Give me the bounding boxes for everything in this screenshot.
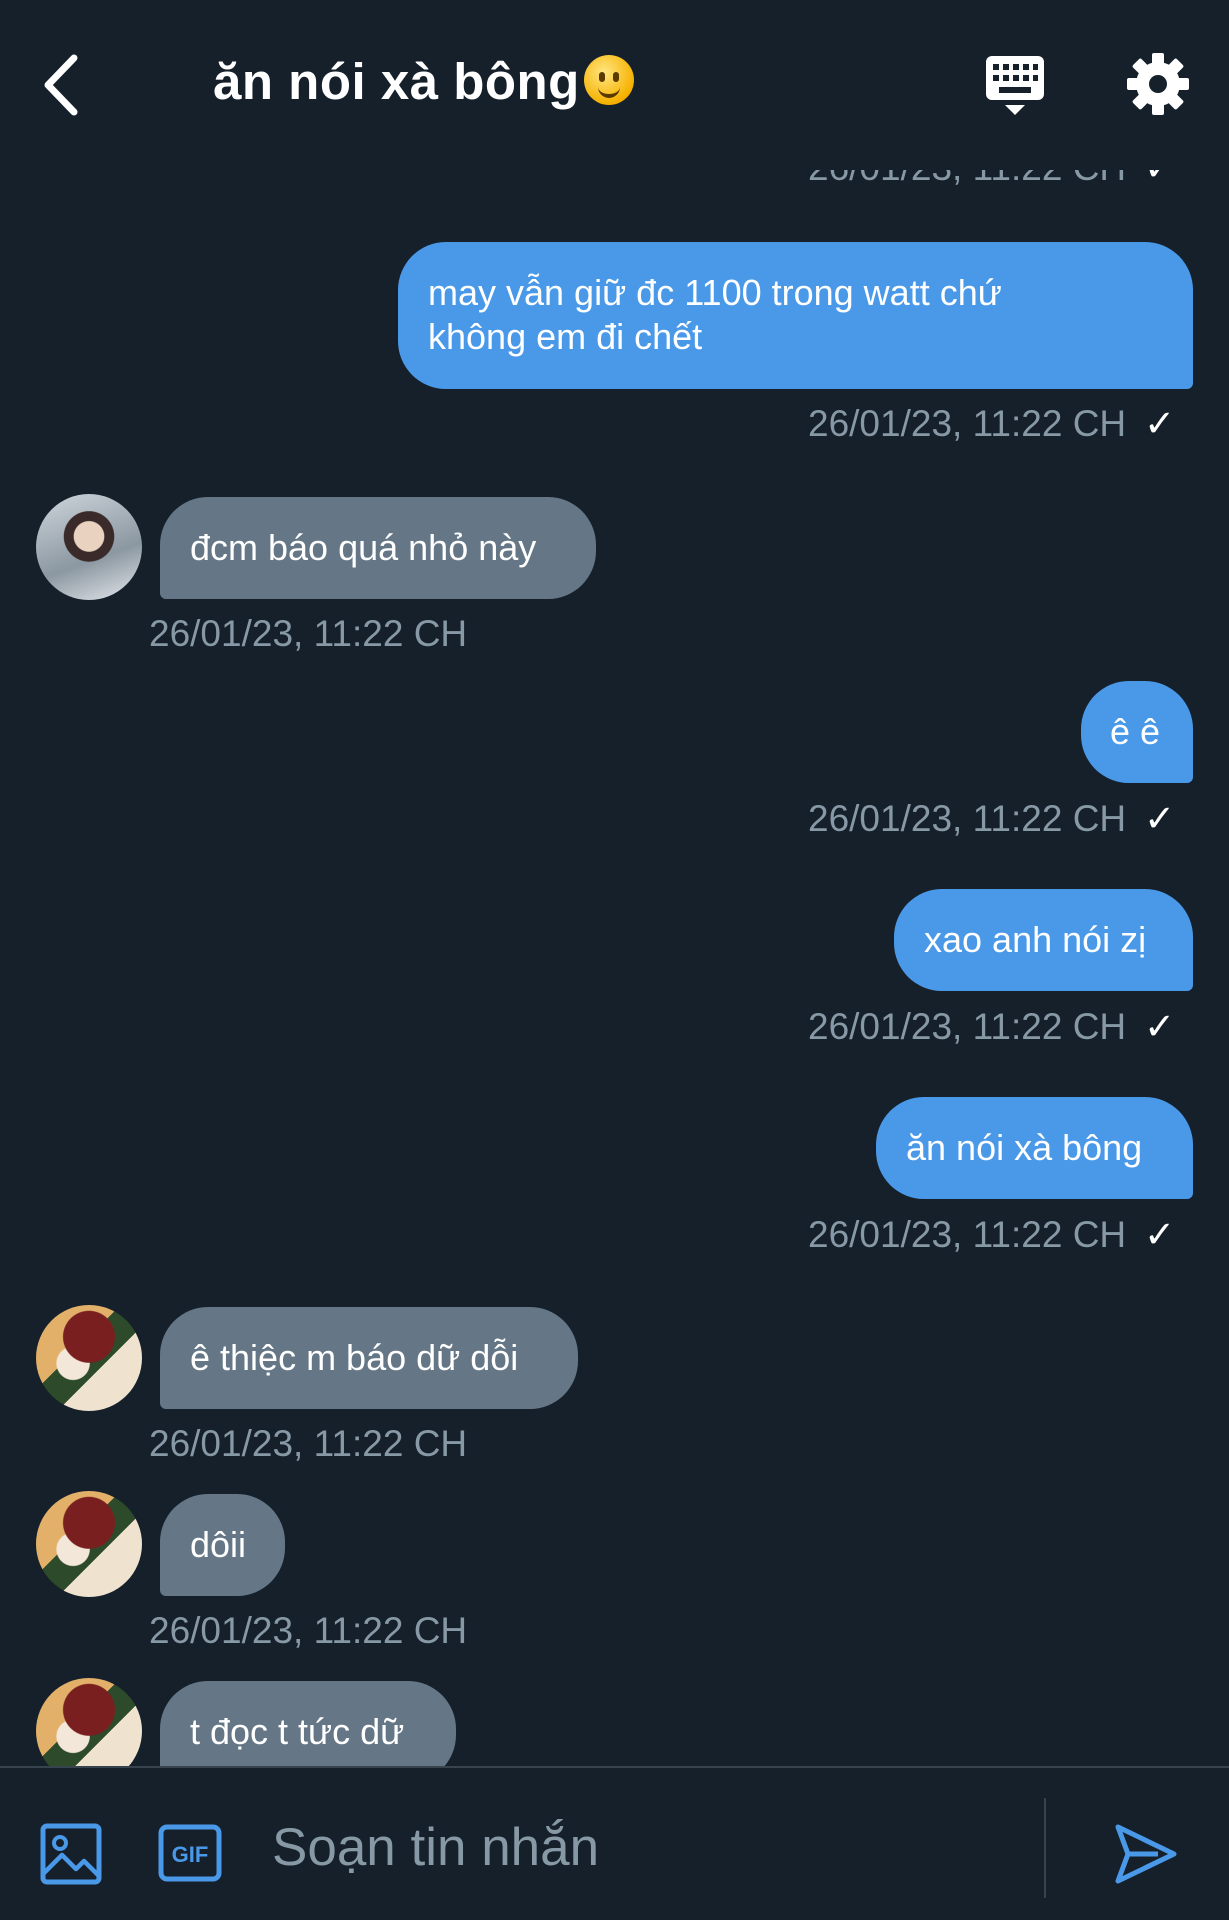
sent-check-icon: ✓ bbox=[1144, 1006, 1176, 1047]
outgoing-message-bubble[interactable]: ăn nói xà bông bbox=[876, 1097, 1193, 1199]
send-button[interactable] bbox=[1114, 1823, 1178, 1885]
message-timestamp: 26/01/23, 11:22 CH ✓ bbox=[808, 1005, 1175, 1048]
incoming-message-bubble[interactable]: dôii bbox=[160, 1494, 285, 1596]
message-list[interactable]: 26/01/23, 11:22 CH ✓ may vẫn giữ đc 1100 … bbox=[0, 0, 1229, 1766]
chat-header: ăn nói xà bông bbox=[0, 0, 1229, 170]
outgoing-message-bubble[interactable]: may vẫn giữ đc 1100 trong watt chứ không… bbox=[398, 242, 1193, 389]
timestamp-text: 26/01/23, 11:22 CH bbox=[149, 613, 468, 654]
outgoing-message-bubble[interactable]: xao anh nói zị bbox=[894, 889, 1193, 991]
message-text: may vẫn giữ đc 1100 trong watt chứ bbox=[428, 272, 1002, 313]
sent-check-icon: ✓ bbox=[1144, 798, 1176, 839]
keyboard-shortcuts-button[interactable] bbox=[985, 55, 1045, 117]
avatar[interactable] bbox=[36, 1305, 142, 1411]
message-timestamp: 26/01/23, 11:22 CH bbox=[149, 1423, 467, 1465]
add-gif-button[interactable]: GIF bbox=[158, 1824, 222, 1882]
conversation-title: ăn nói xà bông bbox=[213, 52, 634, 111]
message-input[interactable] bbox=[270, 1806, 1034, 1888]
message-timestamp: 26/01/23, 11:22 CH bbox=[149, 613, 467, 655]
smiling-face-emoji-icon bbox=[583, 55, 634, 105]
message-timestamp: 26/01/23, 11:22 CH ✓ bbox=[808, 1213, 1175, 1256]
message-timestamp: 26/01/23, 11:22 CH ✓ bbox=[808, 402, 1175, 445]
message-text: xao anh nói zị bbox=[924, 919, 1147, 960]
settings-button[interactable] bbox=[1126, 52, 1190, 116]
message-text-line-2: không em đi chết bbox=[428, 316, 703, 357]
composer-divider bbox=[1044, 1798, 1046, 1898]
incoming-message-bubble[interactable]: ê thiệc m báo dữ dỗi bbox=[160, 1307, 578, 1409]
avatar[interactable] bbox=[36, 1491, 142, 1597]
message-text: ê thiệc m báo dữ dỗi bbox=[190, 1337, 519, 1378]
chevron-left-icon bbox=[44, 54, 78, 116]
sent-check-icon: ✓ bbox=[1144, 403, 1176, 444]
incoming-message-bubble[interactable]: t đọc t tức dữ bbox=[160, 1681, 456, 1766]
gif-icon: GIF bbox=[158, 1824, 222, 1882]
outgoing-message-bubble[interactable]: ê ê bbox=[1081, 681, 1193, 783]
message-text: ê ê bbox=[1110, 711, 1161, 752]
message-timestamp: 26/01/23, 11:22 CH bbox=[149, 1610, 467, 1652]
timestamp-text: 26/01/23, 11:22 CH bbox=[808, 798, 1127, 839]
message-text: t đọc t tức dữ bbox=[190, 1711, 405, 1752]
timestamp-text: 26/01/23, 11:22 CH bbox=[808, 403, 1127, 444]
timestamp-text: 26/01/23, 11:22 CH bbox=[808, 1006, 1127, 1047]
back-button[interactable] bbox=[40, 50, 80, 120]
gif-label: GIF bbox=[172, 1842, 209, 1867]
timestamp-text: 26/01/23, 11:22 CH bbox=[808, 1214, 1127, 1255]
conversation-title-text: ăn nói xà bông bbox=[213, 53, 580, 110]
send-icon bbox=[1115, 1824, 1177, 1884]
message-composer: GIF bbox=[0, 1766, 1229, 1920]
message-text: đcm báo quá nhỏ này bbox=[190, 527, 537, 568]
incoming-message-bubble[interactable]: đcm báo quá nhỏ này bbox=[160, 497, 596, 599]
avatar[interactable] bbox=[36, 494, 142, 600]
timestamp-text: 26/01/23, 11:22 CH bbox=[149, 1423, 468, 1464]
image-icon bbox=[40, 1823, 102, 1885]
timestamp-text: 26/01/23, 11:22 CH bbox=[149, 1610, 468, 1651]
avatar[interactable] bbox=[36, 1678, 142, 1766]
add-image-button[interactable] bbox=[40, 1823, 102, 1885]
message-timestamp: 26/01/23, 11:22 CH ✓ bbox=[808, 797, 1175, 840]
message-text: dôii bbox=[190, 1524, 247, 1565]
gear-icon bbox=[1127, 53, 1189, 115]
keyboard-icon bbox=[986, 56, 1044, 115]
sent-check-icon: ✓ bbox=[1144, 1214, 1176, 1255]
message-text: ăn nói xà bông bbox=[906, 1127, 1143, 1168]
